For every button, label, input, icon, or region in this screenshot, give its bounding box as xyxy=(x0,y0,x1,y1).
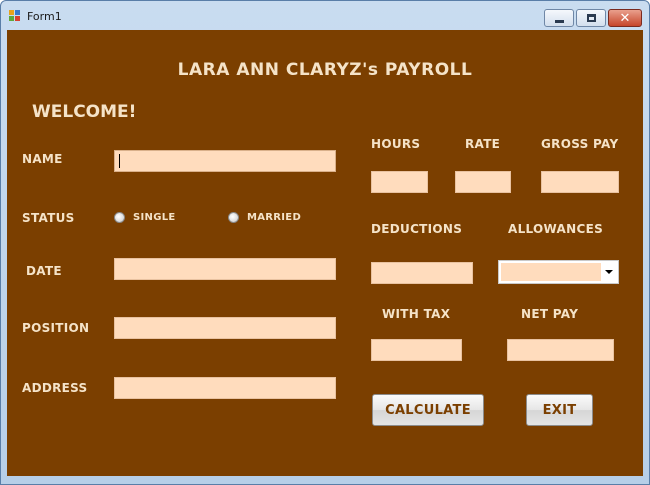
window-title: Form1 xyxy=(27,10,62,23)
form1-window: Form1 ✕ LARA ANN CLARYZ's PAYROLL WELCOM… xyxy=(0,0,650,485)
exit-button[interactable]: EXIT xyxy=(526,394,593,426)
net-pay-input[interactable] xyxy=(507,339,614,361)
gross-pay-input[interactable] xyxy=(541,171,619,193)
married-radio[interactable] xyxy=(228,212,239,223)
with-tax-input[interactable] xyxy=(371,339,462,361)
address-input[interactable] xyxy=(114,377,336,399)
allowances-selected-value xyxy=(501,263,601,281)
date-input[interactable] xyxy=(114,258,336,280)
gross-pay-label: GROSS PAY xyxy=(541,137,619,151)
with-tax-label: WITH TAX xyxy=(382,307,451,321)
app-icon xyxy=(9,10,21,21)
calculate-button[interactable]: CALCULATE xyxy=(372,394,484,426)
close-button[interactable]: ✕ xyxy=(608,9,642,27)
rate-input[interactable] xyxy=(455,171,511,193)
name-label: NAME xyxy=(22,152,63,166)
deductions-label: DEDUCTIONS xyxy=(371,222,463,236)
married-radio-label[interactable]: MARRIED xyxy=(247,212,301,223)
close-icon: ✕ xyxy=(619,10,631,26)
hours-input[interactable] xyxy=(371,171,428,193)
allowances-dropdown[interactable] xyxy=(498,260,619,284)
maximize-icon xyxy=(586,14,596,22)
position-label: POSITION xyxy=(22,321,90,335)
payroll-form: LARA ANN CLARYZ's PAYROLL WELCOME! NAME … xyxy=(7,30,643,476)
position-input[interactable] xyxy=(114,317,336,339)
rate-label: RATE xyxy=(465,137,501,151)
date-label: DATE xyxy=(26,264,62,278)
single-radio-label[interactable]: SINGLE xyxy=(133,212,176,223)
deductions-input[interactable] xyxy=(371,262,473,284)
text-caret xyxy=(119,154,120,168)
form-heading: LARA ANN CLARYZ's PAYROLL xyxy=(177,60,473,80)
maximize-button[interactable] xyxy=(576,9,606,27)
welcome-text: WELCOME! xyxy=(32,102,137,122)
allowances-label: ALLOWANCES xyxy=(508,222,604,236)
address-label: ADDRESS xyxy=(22,381,88,395)
net-pay-label: NET PAY xyxy=(521,307,579,321)
hours-label: HOURS xyxy=(371,137,421,151)
title-bar[interactable]: Form1 ✕ xyxy=(1,1,649,29)
status-label: STATUS xyxy=(22,211,75,225)
name-input[interactable] xyxy=(114,150,336,172)
minimize-button[interactable] xyxy=(544,9,574,27)
chevron-down-icon[interactable] xyxy=(603,266,615,278)
minimize-icon xyxy=(554,19,564,23)
single-radio[interactable] xyxy=(114,212,125,223)
